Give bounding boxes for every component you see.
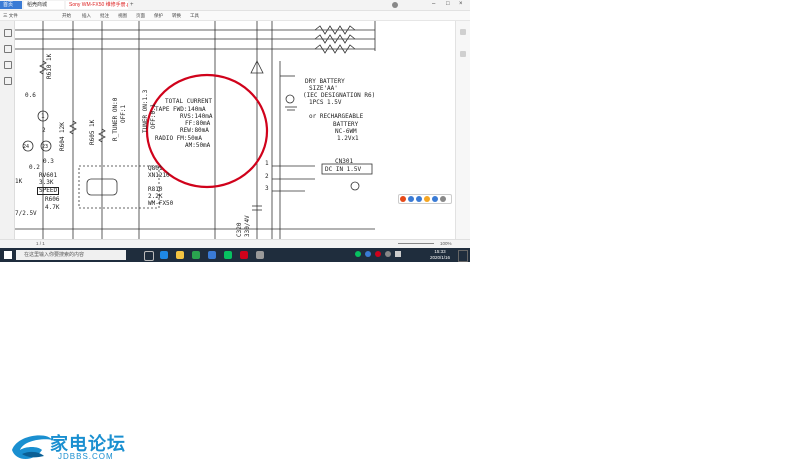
edge-icon[interactable]	[160, 251, 168, 259]
notification-icon[interactable]	[458, 250, 468, 262]
volume-icon[interactable]	[395, 251, 401, 257]
task-view-icon[interactable]	[144, 251, 154, 261]
label-tuner-on-1-3: TUNER ON:1.3	[142, 89, 149, 133]
label-1k: 1K	[15, 178, 23, 185]
clock[interactable]: 15:33 2020/1/16	[428, 249, 452, 261]
node-23: 23	[42, 144, 49, 150]
label-cap-value: 330/4V	[244, 215, 251, 237]
tray-icon-2[interactable]	[365, 251, 371, 257]
pin-1: 1	[265, 160, 269, 167]
menu-home[interactable]: 开始	[62, 12, 71, 19]
label-4-7k: 4.7K	[45, 204, 60, 211]
tab-docer-store[interactable]: 稻壳商城	[24, 1, 64, 9]
wps-icon[interactable]	[240, 251, 248, 259]
tab-home[interactable]: 首页	[0, 1, 22, 9]
windows-taskbar: 在这里输入你要搜索的内容 15:33 2020/1/16	[0, 248, 470, 262]
label-c320: C320	[236, 222, 243, 237]
label-0-2: 0.2	[29, 164, 40, 171]
tab-pdf-document[interactable]: Sony WM-FX50 维修手册.pdf	[66, 1, 128, 9]
pin-3: 3	[265, 185, 269, 192]
tray-icon-1[interactable]	[355, 251, 361, 257]
label-tuner-on: R_TUNER ON:0	[112, 97, 119, 141]
system-tray[interactable]	[355, 251, 415, 259]
taskbar-search-input[interactable]: 在这里输入你要搜索的内容	[16, 250, 126, 260]
search-icon[interactable]	[4, 77, 12, 85]
label-0-6: 0.6	[25, 92, 36, 99]
menu-protect[interactable]: 保护	[154, 12, 163, 19]
zoom-slider[interactable]	[398, 243, 434, 244]
battery-line-5: or RECHARGEABLE	[309, 113, 364, 120]
settings-icon[interactable]	[460, 51, 466, 57]
label-cn301: CN301	[335, 158, 354, 165]
logo-swoosh-icon	[12, 435, 52, 459]
total-current-title: TOTAL CURRENT	[165, 98, 212, 105]
ime-icon-6[interactable]	[440, 196, 446, 202]
title-bar: 首页 稻壳商城 Sony WM-FX50 维修手册.pdf + – □ ×	[0, 0, 470, 11]
menu-tools[interactable]: 工具	[190, 12, 199, 19]
label-model: WM-FX50	[148, 200, 174, 207]
battery-line-8: 1.2Vx1	[337, 135, 359, 142]
avatar[interactable]	[392, 2, 398, 8]
bookmark-icon[interactable]	[4, 29, 12, 37]
ime-icon-3[interactable]	[416, 196, 422, 202]
close-icon[interactable]: ×	[459, 1, 463, 7]
sogou-icon[interactable]	[400, 196, 406, 202]
app-icon[interactable]	[192, 251, 200, 259]
watermark-logo: 家电论坛 JDBBS.COM	[8, 428, 148, 464]
label-r606: R606	[45, 196, 60, 203]
floating-ime-toolbar[interactable]	[398, 194, 452, 204]
schematic-drawing	[15, 21, 376, 239]
windows-start-icon[interactable]	[4, 251, 12, 259]
document-canvas[interactable]: 0.6 R610 1K R604 12K R605 1K RV601 3.3K …	[15, 21, 455, 239]
label-r610: R610 1K	[46, 53, 53, 79]
node-2: 2	[42, 127, 46, 134]
label-speed: SPEED	[37, 187, 60, 195]
new-tab-icon[interactable]: +	[130, 2, 134, 8]
current-am: AM:50mA	[185, 142, 211, 149]
menu-convert[interactable]: 转换	[172, 12, 181, 19]
right-toolbar	[455, 21, 470, 239]
node-24: 24	[23, 144, 30, 150]
menu-insert[interactable]: 插入	[82, 12, 91, 19]
ime-icon-5[interactable]	[432, 196, 438, 202]
zoom-level[interactable]: 100%	[440, 240, 452, 248]
label-xn1210: XN1210	[148, 172, 170, 179]
pinned-app-icon[interactable]	[256, 251, 264, 259]
node-1: 1	[41, 113, 45, 120]
label-off-1: OFF:1	[120, 104, 127, 123]
panel-icon[interactable]	[460, 29, 466, 35]
current-rew: REW:80mA	[180, 127, 209, 134]
menu-annotate[interactable]: 批注	[100, 12, 109, 19]
ime-icon-2[interactable]	[408, 196, 414, 202]
tray-icon-3[interactable]	[375, 251, 381, 257]
label-3-3k: 3.3K	[39, 179, 54, 186]
left-sidebar	[0, 21, 15, 239]
comment-icon[interactable]	[4, 61, 12, 69]
clock-date: 2020/1/16	[429, 255, 451, 260]
maximize-icon[interactable]: □	[446, 1, 450, 7]
status-bar: 1 / 1 100%	[0, 239, 470, 248]
thumbnail-icon[interactable]	[4, 45, 12, 53]
explorer-icon[interactable]	[176, 251, 184, 259]
minimize-icon[interactable]: –	[432, 1, 435, 7]
pin-2: 2	[265, 173, 269, 180]
logo-url-text: JDBBS.COM	[58, 452, 114, 461]
menu-page[interactable]: 页面	[136, 12, 145, 19]
label-r605: R605 1K	[89, 119, 96, 145]
page-indicator[interactable]: 1 / 1	[36, 240, 45, 248]
label-voltage: 7/2.5V	[15, 210, 37, 217]
menu-file[interactable]: 三 文件	[3, 12, 18, 19]
label-r604: R604 12K	[59, 122, 66, 151]
battery-line-4: 1PCS 1.5V	[309, 99, 342, 106]
tray-icon-4[interactable]	[385, 251, 391, 257]
label-dc-in: DC IN 1.5V	[325, 166, 362, 173]
pdf-reader-window: 首页 稻壳商城 Sony WM-FX50 维修手册.pdf + – □ × 三 …	[0, 0, 470, 262]
browser-icon[interactable]	[208, 251, 216, 259]
menu-view[interactable]: 视图	[118, 12, 127, 19]
ime-icon-4[interactable]	[424, 196, 430, 202]
label-0-3: 0.3	[43, 158, 54, 165]
wechat-icon[interactable]	[224, 251, 232, 259]
